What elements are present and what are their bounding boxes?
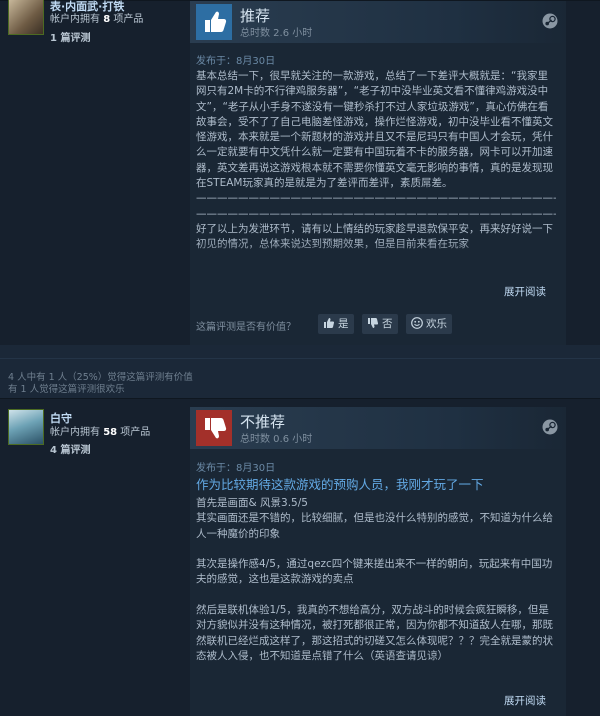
products-owned-count: 58: [103, 427, 118, 438]
thumbs-down-icon: [196, 410, 232, 446]
products-owned[interactable]: 帐户内拥有 58 项产品: [50, 426, 150, 440]
vote-header[interactable]: 推荐 总时数 2.6 小时: [190, 1, 566, 43]
products-owned-prefix: 帐户内拥有: [50, 427, 104, 438]
review-body: 首先是画面& 风景3.5/5 其实画面还是不错的，比较细腻，但是也没什么特别的感…: [196, 497, 553, 662]
vote-yes-button[interactable]: 是: [318, 314, 354, 334]
thumbs-up-icon: [196, 4, 232, 40]
review-divider: [0, 358, 600, 359]
vote-no-label: 否: [382, 318, 393, 330]
helpful-stats-line: 4 人中有 1 人（25%）觉得这篇评测有价值: [8, 372, 193, 383]
hours-played: 总时数 0.6 小时: [240, 434, 313, 445]
review-count[interactable]: 1 篇评测: [50, 29, 90, 44]
read-more-link[interactable]: 展开阅读: [504, 693, 546, 708]
review-count[interactable]: 4 篇评测: [50, 441, 90, 456]
reviewer-info: 白守 帐户内拥有 58 项产品 4 篇评测: [8, 399, 188, 459]
vote-no-button[interactable]: 否: [362, 314, 398, 334]
helpful-row: 这篇评测是否有价值？ 是 否 欢乐: [196, 314, 556, 336]
avatar[interactable]: [8, 0, 44, 35]
reviewer-info: 表·内面武·打铁 帐户内拥有 8 项产品 1 篇评测: [8, 0, 188, 61]
vote-header[interactable]: 不推荐 总时数 0.6 小时: [190, 407, 566, 449]
review-card-2: 白守 帐户内拥有 58 项产品 4 篇评测 不推荐 总时数 0.6 小时 发布于…: [0, 398, 600, 716]
helpful-question: 这篇评测是否有价值？: [196, 322, 296, 333]
posted-date: 发布于：8月30日: [196, 56, 276, 67]
products-owned-prefix: 帐户内拥有: [50, 14, 104, 25]
vote-label: 不推荐: [240, 413, 286, 431]
products-owned-suffix: 项产品: [110, 14, 144, 25]
reviewer-name[interactable]: 表·内面武·打铁: [50, 0, 124, 14]
vote-funny-label: 欢乐: [426, 318, 447, 330]
products-owned-suffix: 项产品: [117, 427, 151, 438]
text-fade: [190, 239, 566, 275]
vote-label: 推荐: [240, 7, 271, 25]
avatar[interactable]: [8, 409, 44, 445]
text-fade: [190, 657, 566, 693]
reviewer-name[interactable]: 白守: [50, 410, 72, 426]
steam-icon: [542, 13, 558, 29]
helpful-stats: 4 人中有 1 人（25%）觉得这篇评测有价值 有 1 人觉得这篇评测很欢乐: [8, 372, 193, 396]
review-content: 不推荐 总时数 0.6 小时 发布于：8月30日 作为比较期待这款游戏的预购人员…: [190, 407, 566, 716]
posted-date: 发布于：8月30日: [196, 463, 276, 474]
review-card-1: 表·内面武·打铁 帐户内拥有 8 项产品 1 篇评测 推荐 总时数 2.6 小时…: [0, 0, 600, 345]
review-content: 推荐 总时数 2.6 小时 发布于：8月30日 基本总结一下，很早就关注的一款游…: [190, 1, 566, 345]
thumbs-down-small-icon: [368, 318, 379, 328]
hours-played: 总时数 2.6 小时: [240, 28, 313, 39]
products-owned[interactable]: 帐户内拥有 8 项产品: [50, 13, 143, 27]
smiley-icon: [411, 317, 423, 329]
vote-yes-label: 是: [338, 318, 349, 330]
vote-funny-button[interactable]: 欢乐: [406, 314, 452, 334]
funny-stats-line: 有 1 人觉得这篇评测很欢乐: [8, 384, 125, 395]
read-more-link[interactable]: 展开阅读: [504, 284, 546, 299]
steam-icon: [542, 419, 558, 435]
review-headline-text: 作为比较期待这款游戏的预购人员，我刚才玩了一下: [196, 477, 484, 492]
review-headline: 作为比较期待这款游戏的预购人员，我刚才玩了一下: [196, 477, 556, 493]
thumbs-up-small-icon: [324, 318, 335, 328]
